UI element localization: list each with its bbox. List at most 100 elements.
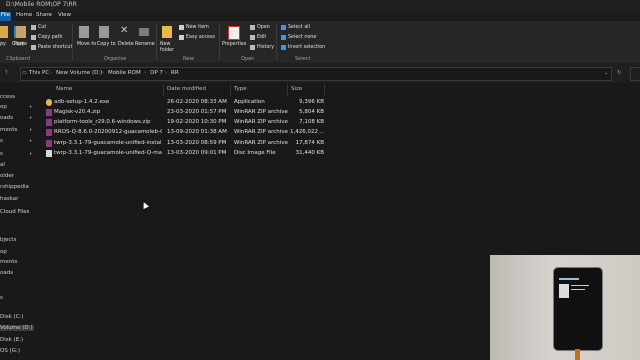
file-name: platform-tools_r29.0.6-windows.zip (54, 119, 151, 125)
copy-path-icon (31, 35, 36, 40)
nav-item[interactable]: Cloud Files (0, 209, 30, 215)
dropdown-chevron-icon[interactable]: ⌄ (604, 70, 609, 76)
nav-item[interactable]: op (0, 249, 7, 255)
nav-item[interactable]: ments (0, 259, 17, 265)
file-row[interactable]: RROS-Q-8.6.0-20200912-guacamoleb-Of... 1… (44, 128, 326, 138)
select-all-button[interactable]: Select all (288, 25, 310, 30)
tab-view[interactable]: View (58, 12, 71, 18)
delete-icon: ✕ (120, 25, 129, 36)
column-header-date[interactable]: Date modified (167, 86, 206, 92)
group-label-organise: Organise (104, 56, 127, 62)
move-to-button[interactable]: Move to (77, 42, 96, 47)
move-to-icon (79, 26, 89, 38)
refresh-icon[interactable]: ↻ (617, 70, 622, 76)
ribbon-divider (219, 24, 220, 60)
copy-path-button[interactable]: Copy path (38, 35, 63, 40)
chevron-right-icon[interactable]: › (165, 70, 167, 76)
file-name: Magisk-v20.4.zip (54, 109, 101, 115)
nav-item[interactable]: op (0, 104, 7, 110)
file-date: 13-03-2020 09:01 PM (167, 150, 227, 156)
chevron-right-icon[interactable]: › (50, 70, 52, 76)
nav-item[interactable]: bjects (0, 237, 16, 243)
nav-item[interactable]: oads (0, 270, 13, 276)
properties-button[interactable]: Properties (222, 42, 246, 47)
ribbon-divider (72, 24, 73, 60)
disc-image-icon (46, 150, 52, 157)
file-row[interactable]: twrp-3.3.1-79-guacamole-unified-installe… (44, 139, 326, 149)
nav-item-selected[interactable]: Volume (D:) (0, 325, 34, 331)
history-icon (250, 45, 255, 50)
nav-item[interactable]: haskar (0, 196, 18, 202)
column-divider (163, 84, 164, 96)
nav-item[interactable]: s (0, 295, 3, 301)
nav-item[interactable]: OS (G:) (0, 348, 20, 354)
file-type: Application (234, 99, 265, 105)
paste-button[interactable]: Paste (14, 42, 27, 47)
history-button[interactable]: History (257, 45, 274, 50)
file-size: 1,426,022 ... (290, 129, 324, 135)
column-header-name[interactable]: Name (56, 86, 72, 92)
new-folder-button[interactable]: New folder (160, 42, 176, 54)
tab-home[interactable]: Home (16, 12, 32, 18)
paste-shortcut-button[interactable]: Paste shortcut (38, 45, 72, 50)
column-header-type[interactable]: Type (234, 86, 247, 92)
file-size: 5,804 KB (299, 109, 324, 115)
select-none-button[interactable]: Select none (288, 35, 316, 40)
invert-selection-icon (281, 45, 286, 50)
rename-button[interactable]: Rename (135, 42, 155, 47)
nav-item[interactable]: ccess (0, 94, 15, 100)
breadcrumb-mobile-rom[interactable]: Mobile ROM (108, 70, 141, 76)
exe-file-icon (46, 99, 52, 106)
search-input[interactable] (630, 67, 640, 81)
invert-selection-button[interactable]: Invert selection (288, 45, 325, 50)
breadcrumb-volume[interactable]: New Volume (D:) (56, 70, 102, 76)
copy-to-button[interactable]: Copy to (97, 42, 116, 47)
file-type: WinRAR ZIP archive (234, 119, 288, 125)
phone-screen-logo (559, 284, 569, 298)
file-name: RROS-Q-8.6.0-20200912-guacamoleb-Of... (54, 129, 162, 135)
column-divider (324, 84, 325, 96)
column-header-size[interactable]: Size (291, 86, 302, 92)
nav-item[interactable]: Disk (E:) (0, 337, 23, 343)
chevron-right-icon[interactable]: › (144, 70, 146, 76)
edit-button[interactable]: Edit (257, 35, 266, 40)
cut-button[interactable]: Cut (38, 25, 46, 30)
webcam-overlay (490, 255, 640, 360)
delete-button[interactable]: Delete (118, 42, 134, 47)
pin-icon: ✦ (29, 115, 33, 120)
paste-label-left: py (0, 42, 6, 47)
nav-item[interactable]: Disk (C:) (0, 314, 24, 320)
title-bar: D:\Mobile ROM\OP 7\RR (0, 0, 640, 11)
file-row[interactable]: adb-setup-1.4.2.exe 26-02-2020 08:33 AM … (44, 98, 326, 108)
file-type: WinRAR ZIP archive (234, 109, 288, 115)
file-date: 13-03-2020 08:59 PM (167, 140, 227, 146)
file-type: Disc Image File (234, 150, 276, 156)
breadcrumb-op7[interactable]: OP 7 (150, 70, 163, 76)
back-arrow-icon[interactable]: ↑ (4, 70, 9, 76)
file-row[interactable]: Magisk-v20.4.zip 23-03-2020 01:57 PM Win… (44, 108, 326, 118)
breadcrumb-this-pc[interactable]: This PC (29, 70, 49, 76)
pc-icon: ▭ (22, 70, 27, 76)
nav-item[interactable]: older (0, 173, 14, 179)
nav-item[interactable]: oads (0, 115, 13, 121)
nav-item[interactable]: s (0, 151, 3, 157)
new-item-button[interactable]: New item (186, 25, 209, 30)
easy-access-button[interactable]: Easy access (186, 35, 215, 40)
nav-item[interactable]: al (0, 162, 5, 168)
file-row[interactable]: twrp-3.3.1-79-guacamole-unified-Q-mau...… (44, 149, 326, 159)
nav-item[interactable]: ments (0, 127, 17, 133)
tab-share[interactable]: Share (36, 12, 52, 18)
file-type: WinRAR ZIP archive (234, 140, 288, 146)
file-row[interactable]: platform-tools_r29.0.6-windows.zip 19-02… (44, 118, 326, 128)
column-divider (287, 84, 288, 96)
open-button[interactable]: Open (257, 25, 270, 30)
nav-item[interactable]: rshippedia (0, 184, 29, 190)
chevron-right-icon[interactable]: › (102, 70, 104, 76)
easy-access-icon (179, 35, 184, 40)
phone-screen-line (571, 285, 589, 286)
zip-file-icon (46, 109, 52, 116)
open-icon (250, 25, 255, 30)
nav-item[interactable]: s (0, 138, 3, 144)
tab-file[interactable]: File (0, 12, 11, 21)
breadcrumb-rr[interactable]: RR (171, 70, 179, 76)
